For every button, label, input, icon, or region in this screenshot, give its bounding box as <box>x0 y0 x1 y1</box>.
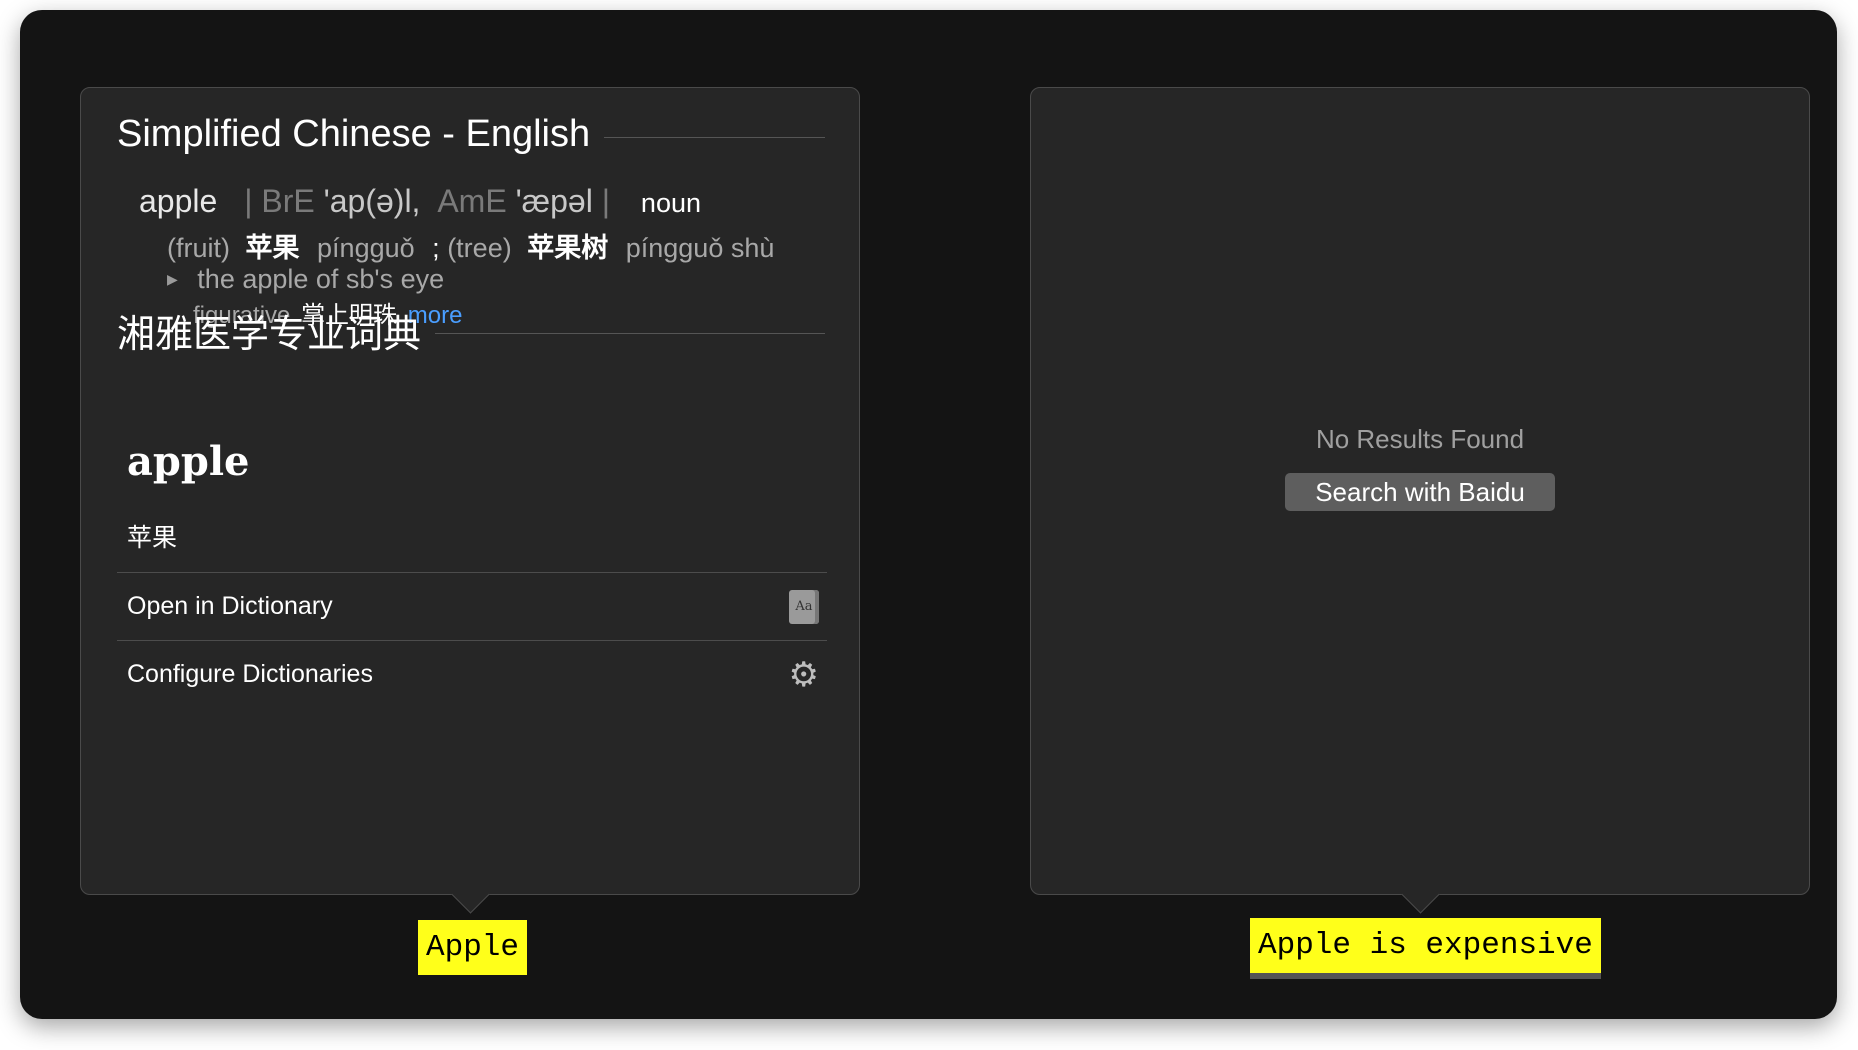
selected-text-apple[interactable]: Apple <box>418 920 528 975</box>
entry-translation: 苹果 <box>127 524 178 552</box>
open-in-dictionary-label: Open in Dictionary <box>127 592 333 620</box>
sense-row: (fruit) 苹果 píngguǒ ; (tree) 苹果树 píngguǒ … <box>167 226 774 265</box>
open-in-dictionary-button[interactable]: Open in Dictionary Aa <box>117 572 827 640</box>
no-results-popover: No Results Found Search with Baidu <box>1030 87 1810 914</box>
sense-tree-label: (tree) <box>447 233 512 263</box>
section-title-text: Simplified Chinese - English <box>117 113 591 155</box>
configure-dictionaries-label: Configure Dictionaries <box>127 660 373 688</box>
popover-pointer <box>451 875 490 914</box>
pron-ame: 'æpəl <box>515 183 593 219</box>
dictionary-app-icon: Aa <box>789 589 819 624</box>
pron-separator: | <box>601 183 611 219</box>
headword: apple <box>139 183 218 219</box>
search-with-baidu-button[interactable]: Search with Baidu <box>1285 473 1555 511</box>
phrase-text: the apple of sb's eye <box>197 264 445 294</box>
selected-text-apple-is-expensive[interactable]: Apple is expensive <box>1250 918 1601 979</box>
section-title-medical: 湘雅医学专业词典 <box>117 303 825 358</box>
dictionary-lookup-popover: Simplified Chinese - English apple | BrE… <box>80 87 860 914</box>
gear-icon: ⚙ <box>788 655 819 694</box>
no-results-message: No Results Found <box>1315 424 1525 454</box>
popover-pointer <box>1401 875 1440 914</box>
entry-headword: apple <box>127 438 250 485</box>
app-window: Simplified Chinese - English apple | BrE… <box>20 10 1837 1019</box>
sense-tree-hanzi: 苹果树 <box>527 233 609 263</box>
sense-tree-pinyin: píngguǒ shù <box>625 233 775 263</box>
configure-dictionaries-button[interactable]: Configure Dictionaries ⚙ <box>117 640 827 708</box>
section-divider <box>604 137 825 138</box>
pron-bre: 'ap(ə)l, <box>323 183 421 219</box>
phrase-row[interactable]: ▶ the apple of sb's eye <box>167 264 444 295</box>
pron-bre-label: | BrE <box>244 183 315 219</box>
sense-fruit-pinyin: píngguǒ <box>317 233 415 263</box>
sense-fruit-hanzi: 苹果 <box>245 233 300 263</box>
sense-fruit-label: (fruit) <box>167 233 230 263</box>
headword-row: apple | BrE 'ap(ə)l, AmE 'æpəl | noun <box>139 183 701 220</box>
section-title-text: 湘雅医学专业词典 <box>117 314 422 356</box>
sense-separator: ; <box>432 233 440 263</box>
part-of-speech: noun <box>640 188 701 218</box>
section-divider <box>435 333 825 334</box>
pron-ame-label: AmE <box>437 183 507 219</box>
disclosure-triangle-icon[interactable]: ▶ <box>167 271 178 287</box>
section-title-chinese-english: Simplified Chinese - English <box>117 113 825 156</box>
